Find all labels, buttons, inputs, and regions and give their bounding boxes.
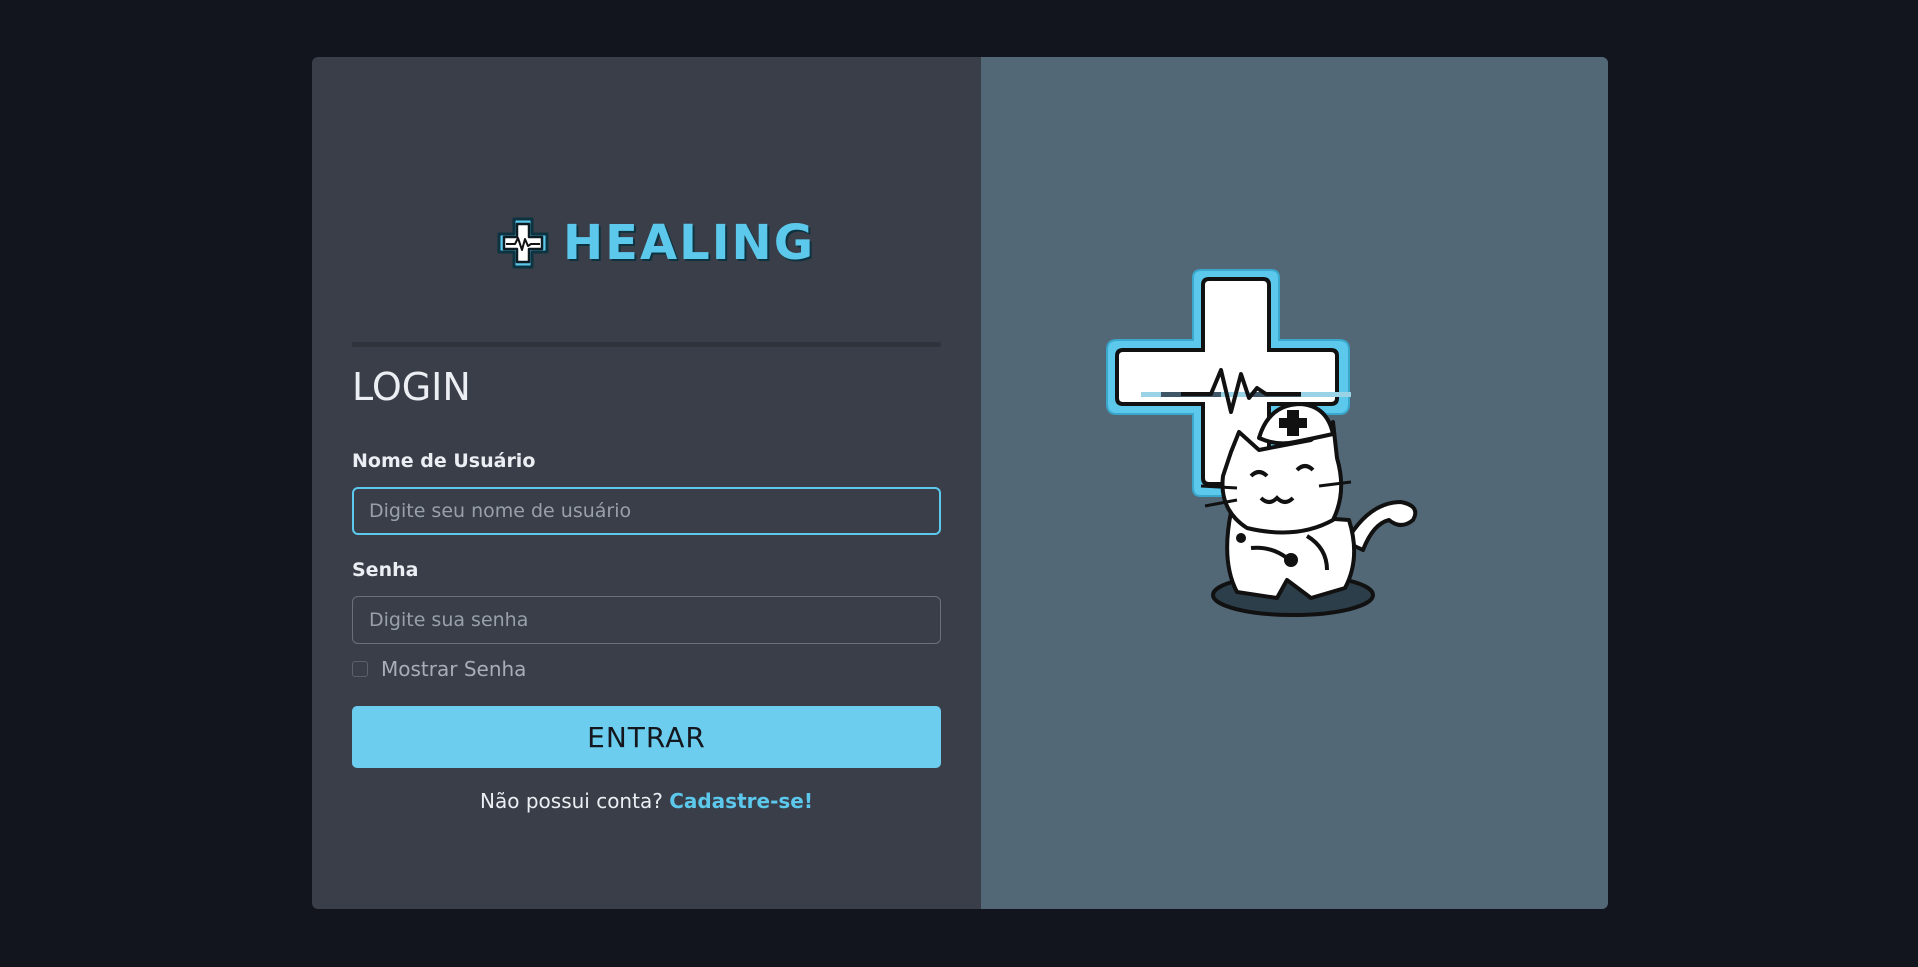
username-label: Nome de Usuário (352, 450, 536, 472)
username-input[interactable] (352, 487, 941, 535)
signup-prompt: Não possui conta? Cadastre-se! (312, 791, 981, 811)
brand: HEALING (495, 207, 815, 279)
signup-link[interactable]: Cadastre-se! (669, 789, 813, 813)
signup-prompt-text: Não possui conta? (480, 789, 663, 813)
password-input[interactable] (352, 596, 941, 644)
brand-name: HEALING (563, 215, 816, 271)
page-title: LOGIN (352, 365, 471, 409)
login-button[interactable]: ENTRAR (352, 706, 941, 768)
divider (352, 342, 941, 347)
show-password-toggle[interactable]: Mostrar Senha (352, 659, 526, 679)
medical-cross-heartbeat-icon (497, 217, 549, 269)
show-password-label[interactable]: Mostrar Senha (381, 659, 526, 679)
login-card: HEALING LOGIN Nome de Usuário Senha Most… (312, 57, 1608, 909)
nurse-cat-with-medical-cross-icon (1106, 269, 1418, 617)
password-label: Senha (352, 559, 419, 581)
show-password-checkbox[interactable] (352, 661, 368, 677)
illustration-panel (981, 57, 1608, 909)
login-panel: HEALING LOGIN Nome de Usuário Senha Most… (312, 57, 981, 909)
